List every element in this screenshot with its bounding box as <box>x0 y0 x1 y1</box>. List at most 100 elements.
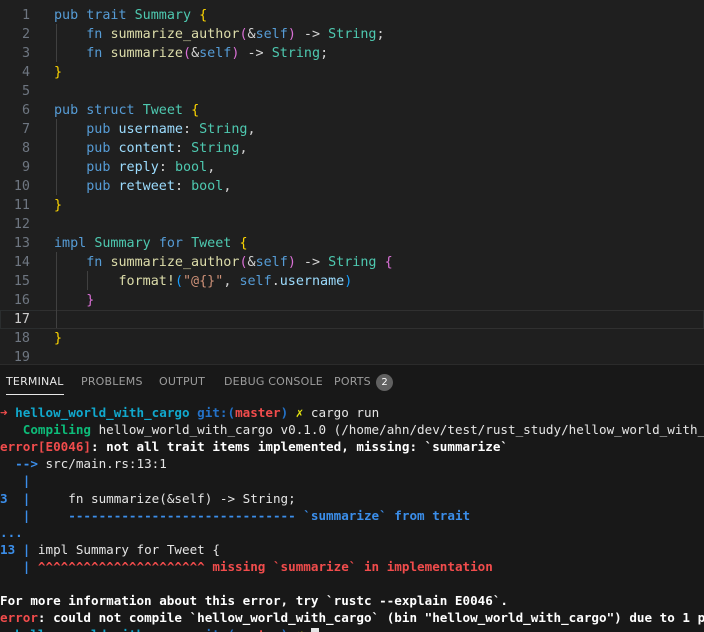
code-token: } <box>54 65 63 80</box>
code-token: -> <box>239 46 272 61</box>
code-token: username <box>118 122 184 137</box>
indent-guide <box>56 119 57 195</box>
tab-problems[interactable]: PROBLEMS <box>81 365 143 398</box>
code-token: struct <box>86 103 135 118</box>
code-token: , <box>223 274 240 289</box>
code-token: pub <box>54 8 79 23</box>
code-token: Tweet <box>142 103 183 118</box>
code-token: , <box>239 141 248 156</box>
terminal-text: --> <box>0 456 46 472</box>
code-token: -> <box>295 27 329 42</box>
code-token: pub <box>86 141 111 156</box>
code-line[interactable]: 15 format!("@{}", self.username) <box>0 272 704 291</box>
code-text: pub content: String, <box>54 139 248 158</box>
code-token: String <box>191 141 240 156</box>
terminal-line: error[E0046]: not all trait items implem… <box>0 438 508 455</box>
terminal-text: ^^^^^^^^^^^^^^^^^^^^^^ missing `summariz… <box>30 558 493 574</box>
line-number: 6 <box>21 103 30 118</box>
terminal-text: 3 | <box>0 490 31 506</box>
code-line[interactable]: 13 impl Summary for Tweet { <box>0 234 704 253</box>
code-token: ; <box>376 27 385 42</box>
terminal-text: 13 | <box>0 541 31 557</box>
code-token: retweet <box>118 179 175 194</box>
code-token: self <box>255 27 288 42</box>
terminal-line: ... <box>0 524 23 541</box>
line-number: 7 <box>21 122 30 137</box>
code-token: summarize_author <box>110 27 240 42</box>
indent-guide <box>56 252 57 328</box>
code-token: ; <box>320 46 329 61</box>
indent-guide <box>87 271 88 290</box>
tab-debug-console[interactable]: DEBUG CONSOLE <box>224 365 323 398</box>
line-number: 13 <box>13 236 30 251</box>
code-line[interactable]: 6 pub struct Tweet { <box>0 101 704 120</box>
terminal-text: hellow_world_with_cargo <box>15 627 189 632</box>
code-line[interactable]: 16 } <box>0 291 704 310</box>
code-token: } <box>86 293 95 308</box>
code-line[interactable]: 5 <box>0 82 704 101</box>
code-line[interactable]: 11} <box>0 196 704 215</box>
code-token: pub <box>86 160 111 175</box>
code-token: reply <box>118 160 159 175</box>
code-line[interactable]: 1 pub trait Summary { <box>0 6 704 25</box>
terminal-line: 13 | impl Summary for Tweet { <box>0 541 220 558</box>
tab-output[interactable]: OUTPUT <box>159 365 205 398</box>
line-number: 14 <box>13 255 30 270</box>
code-token: String <box>199 122 248 137</box>
code-line[interactable]: 12 <box>0 215 704 234</box>
code-token: self <box>255 255 288 270</box>
terminal-line: | ^^^^^^^^^^^^^^^^^^^^^^ missing `summar… <box>0 558 493 575</box>
code-line[interactable]: 3 fn summarize(&self) -> String; <box>0 44 704 63</box>
terminal-line: | <box>0 472 31 489</box>
code-token: & <box>191 46 200 61</box>
code-token: pub <box>86 122 111 137</box>
code-token: self <box>239 274 272 289</box>
code-line[interactable]: 14 fn summarize_author(&self) -> String … <box>0 253 704 272</box>
code-line[interactable]: 19 <box>0 348 704 364</box>
code-token: -> <box>295 255 329 270</box>
code-editor[interactable]: 1 pub trait Summary {2 fn summarize_autho… <box>0 0 704 364</box>
code-line[interactable]: 17 <box>0 310 704 329</box>
code-text: pub retweet: bool, <box>54 177 231 196</box>
terminal-text: ------------------------------ `summariz… <box>30 507 471 523</box>
terminal-text: ✗ <box>288 405 304 420</box>
code-token: : <box>158 160 175 175</box>
terminal-line: Compiling hellow_world_with_cargo v0.1.0… <box>0 421 704 438</box>
terminal-text: Compiling <box>0 422 91 438</box>
terminal-line: error: could not compile `hellow_world_w… <box>0 609 704 626</box>
code-token: & <box>247 255 256 270</box>
line-number: 18 <box>13 331 30 346</box>
terminal-output[interactable]: ➜ hellow_world_with_cargo git:(master) ✗… <box>0 398 704 632</box>
terminal-cursor <box>310 628 319 632</box>
code-line[interactable]: 18} <box>0 329 704 348</box>
code-line[interactable]: 8 pub content: String, <box>0 139 704 158</box>
code-line[interactable]: 10 pub retweet: bool, <box>0 177 704 196</box>
terminal-text: ✗ <box>288 627 311 632</box>
code-token: } <box>54 198 63 213</box>
tab-ports[interactable]: PORTS <box>334 365 371 398</box>
code-text: format!("@{}", self.username) <box>54 272 353 291</box>
code-line[interactable]: 9 pub reply: bool, <box>0 158 704 177</box>
code-text: } <box>54 63 62 82</box>
code-line[interactable]: 2 fn summarize_author(&self) -> String; <box>0 25 704 44</box>
line-number: 3 <box>21 46 30 61</box>
code-text: pub trait Summary { <box>54 6 207 25</box>
terminal-line: | ------------------------------ `summar… <box>0 507 470 524</box>
code-text: fn summarize_author(&self) -> String { <box>54 253 392 272</box>
code-line[interactable]: 4} <box>0 63 704 82</box>
tab-terminal[interactable]: TERMINAL <box>6 365 64 398</box>
terminal-text: git:( <box>189 405 236 420</box>
code-line[interactable]: 7 pub username: String, <box>0 120 704 139</box>
terminal-text: cargo run <box>303 405 380 420</box>
code-text: impl Summary for Tweet { <box>54 234 248 253</box>
code-token: , <box>223 179 232 194</box>
code-token: fn <box>86 27 103 42</box>
